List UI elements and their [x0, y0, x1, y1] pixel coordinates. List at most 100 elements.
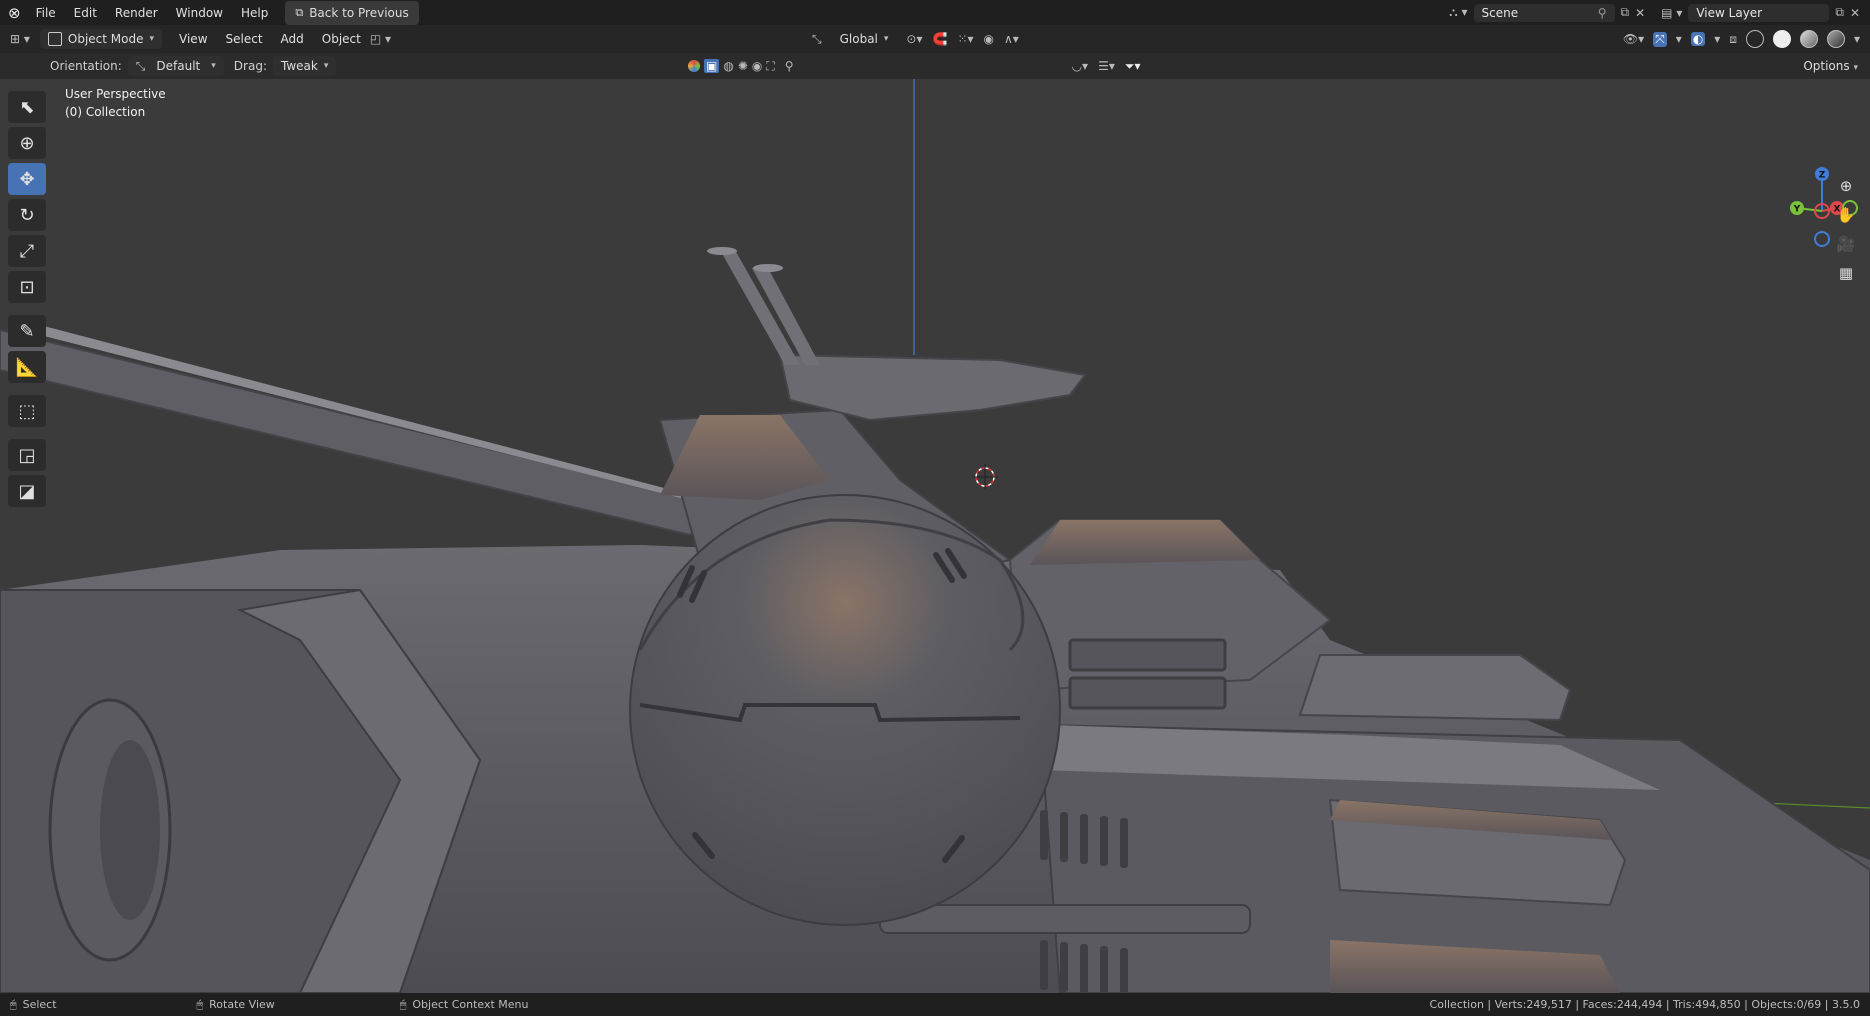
image-tool-icon[interactable]: ◪ — [8, 475, 46, 507]
editor-type-icon[interactable]: ⊞ ▾ — [10, 32, 30, 46]
filter-clear-icon[interactable]: ◡▾ — [1072, 59, 1089, 73]
view-layer-icon[interactable]: ▤ ▾ — [1661, 6, 1682, 20]
pan-hand-icon[interactable]: ✋ — [1834, 203, 1858, 227]
menu-file[interactable]: File — [27, 3, 65, 23]
status-rotate: Rotate View — [209, 998, 275, 1011]
sphere-turret — [629, 494, 1061, 926]
options-label: Options — [1803, 59, 1850, 73]
sort-icon[interactable]: ☰▾ — [1098, 59, 1115, 73]
drag-dropdown[interactable]: Tweak ▾ — [272, 56, 337, 76]
menu-select[interactable]: Select — [217, 29, 272, 49]
transform-orientation-dropdown[interactable]: Global ▾ — [832, 29, 897, 49]
back-to-previous-button[interactable]: ⧉ Back to Previous — [285, 0, 419, 25]
pivot-icon[interactable]: ⊙▾ — [906, 32, 922, 46]
gizmo-toggle-icon[interactable]: ⤧ — [1653, 31, 1667, 47]
blender-logo-icon[interactable]: ⊗ — [8, 4, 21, 22]
scale-tool-icon[interactable]: ⤢ — [8, 235, 46, 267]
scene-name: Scene — [1481, 5, 1519, 20]
topbar-right: ⛬ ▾ Scene ⚲ ⧉ ✕ ▤ ▾ View Layer ⧉ ✕ — [1449, 0, 1870, 25]
menu-help[interactable]: Help — [232, 3, 277, 23]
annotate-tool-icon[interactable]: ✎ — [8, 315, 46, 347]
orientation-dropdown[interactable]: ⤡ Default ▾ — [127, 56, 224, 76]
camera-view-icon[interactable]: 🎥 — [1834, 232, 1858, 256]
mesh-filter-icon[interactable]: ▣ — [704, 59, 720, 73]
status-select: Select — [22, 998, 57, 1011]
add-cube-tool-icon[interactable]: ⬚ — [8, 395, 46, 427]
remove-scene-icon[interactable]: ✕ — [1635, 6, 1645, 20]
orientation-icon: ⤡ — [135, 58, 146, 73]
gizmo-y-label: Y — [1793, 205, 1801, 215]
overlays-toggle-icon[interactable]: ◐ — [1690, 32, 1706, 46]
menu-view[interactable]: View — [170, 29, 216, 49]
light-filter-icon[interactable]: ✺ — [738, 59, 748, 73]
tool-settings-header: Orientation: ⤡ Default ▾ Drag: Tweak ▾ ▣… — [0, 53, 1870, 79]
menu-edit[interactable]: Edit — [65, 3, 106, 23]
chevron-down-icon: ▾ — [1853, 63, 1858, 73]
material-shading-icon[interactable] — [1799, 30, 1818, 48]
new-scene-icon[interactable]: ⧉ — [1621, 5, 1630, 20]
xray-icon[interactable]: ⧈ — [1729, 32, 1737, 47]
view-layer-field[interactable]: View Layer — [1688, 3, 1830, 22]
snap-icon[interactable]: 🧲 — [933, 32, 948, 46]
options-dropdown[interactable]: Options ▾ — [1803, 59, 1858, 73]
view-layer-name: View Layer — [1696, 5, 1763, 20]
remove-view-layer-icon[interactable]: ✕ — [1850, 6, 1860, 20]
header-right: 👁▾ ⤧ ▾ ◐ ▾ ⧈ ▾ — [1623, 25, 1870, 53]
cursor-tool-icon[interactable]: ⊕ — [8, 127, 46, 159]
zoom-icon[interactable]: ⊕ — [1834, 174, 1858, 198]
snap-target-icon[interactable]: ⁙▾ — [957, 32, 973, 46]
mode-dropdown[interactable]: Object Mode ▾ — [39, 29, 163, 49]
ortho-grid-icon[interactable]: ▦ — [1834, 261, 1858, 285]
orientation-label: Orientation: — [50, 59, 122, 73]
gizmo-dropdown-icon[interactable]: ▾ — [1676, 32, 1682, 46]
other-filter-icon[interactable]: ⛶ — [766, 59, 774, 74]
shading-dropdown-icon[interactable]: ▾ — [1854, 32, 1860, 46]
collection-label: (0) Collection — [65, 105, 146, 119]
gizmo-z-label: Z — [1819, 171, 1826, 181]
status-context-menu: Object Context Menu — [412, 998, 529, 1011]
engine-inner — [100, 740, 160, 920]
menu-add[interactable]: Add — [272, 29, 313, 49]
select-tool-icon[interactable]: ⬉ — [8, 91, 46, 123]
3d-viewport[interactable]: User Perspective (0) Collection Z Y X ⊕ … — [0, 79, 1870, 993]
solid-shading-icon[interactable] — [1772, 30, 1791, 48]
menu-render[interactable]: Render — [106, 3, 167, 23]
wireframe-shading-icon[interactable] — [1745, 30, 1764, 48]
antenna-right-tip — [753, 264, 783, 272]
falloff-icon[interactable]: ∧▾ — [1004, 32, 1019, 46]
left-wing — [0, 328, 722, 537]
filter-bar: ▣ ◍ ✺ ◉ ⛶ ⚲ ◡▾ ☰▾ ⏷▾ — [688, 53, 1140, 79]
view-name-label: User Perspective — [65, 87, 166, 101]
move-tool-icon[interactable]: ✥ — [8, 163, 46, 195]
search-icon: ⚲ — [784, 59, 794, 73]
tool-shelf: ⬉ ⊕ ✥ ↻ ⤢ ⊡ ✎ 📐 ⬚ ◲ ◪ — [8, 91, 48, 507]
scene-render[interactable] — [0, 79, 1870, 993]
vent-1 — [1068, 638, 1227, 672]
visibility-icon[interactable]: 👁▾ — [1623, 32, 1644, 46]
camera-filter-icon[interactable]: ◉ — [752, 59, 762, 73]
status-bar: 🖱 Select 🖱 Rotate View 🖱 Object Context … — [0, 993, 1870, 1016]
scene-statistics: Collection | Verts:249,517 | Faces:244,4… — [1429, 998, 1860, 1011]
shear-tool-icon[interactable]: ◲ — [8, 439, 46, 471]
pin-icon[interactable]: ⚲ — [1598, 6, 1607, 20]
proportional-edit-icon[interactable]: ◉ — [984, 32, 994, 46]
curve-filter-icon[interactable]: ◍ — [723, 59, 733, 73]
rendered-shading-icon[interactable] — [1826, 30, 1845, 48]
gp-icon[interactable]: ◰ ▾ — [370, 32, 391, 46]
rotate-tool-icon[interactable]: ↻ — [8, 199, 46, 231]
all-types-icon[interactable] — [688, 60, 700, 72]
funnel-icon[interactable]: ⏷▾ — [1125, 59, 1141, 74]
menu-window[interactable]: Window — [167, 3, 232, 23]
new-view-layer-icon[interactable]: ⧉ — [1835, 5, 1844, 20]
transform-tool-icon[interactable]: ⊡ — [8, 271, 46, 303]
menu-object[interactable]: Object — [313, 29, 370, 49]
overlays-dropdown-icon[interactable]: ▾ — [1714, 32, 1720, 46]
scene-field[interactable]: Scene ⚲ — [1473, 3, 1615, 22]
3d-cursor — [972, 464, 998, 490]
top-bar: ⊗ File Edit Render Window Help ⧉ Back to… — [0, 0, 1870, 25]
scene-icon[interactable]: ⛬ ▾ — [1449, 5, 1467, 20]
vent-2 — [1068, 676, 1227, 710]
chevron-down-icon: ▾ — [323, 61, 329, 71]
search-input[interactable] — [797, 57, 1064, 75]
measure-tool-icon[interactable]: 📐 — [8, 351, 46, 383]
